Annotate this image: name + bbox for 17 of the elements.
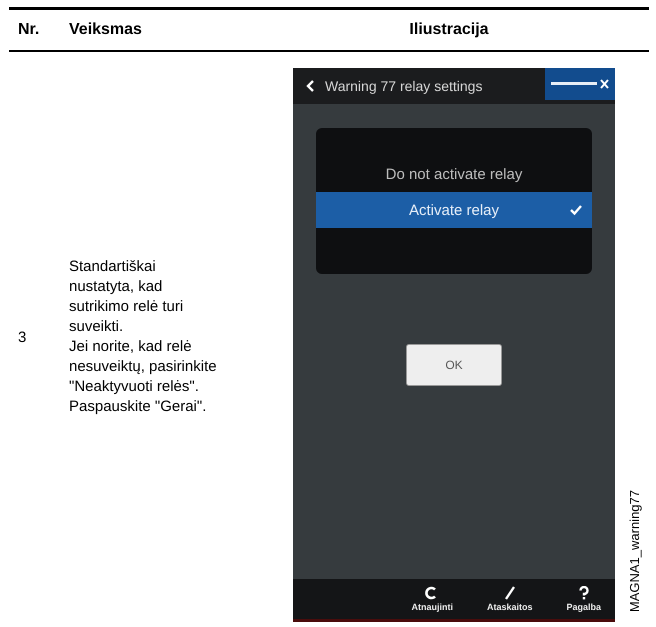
help-icon[interactable] xyxy=(576,586,591,600)
nav-item[interactable]: Pagalba xyxy=(566,602,601,612)
relay-option[interactable]: Do not activate relay xyxy=(316,156,592,192)
nav-item[interactable]: Atnaujinti xyxy=(411,602,453,612)
screen-title: Warning 77 relay settings xyxy=(325,78,484,94)
ok-button[interactable]: OK xyxy=(406,344,502,386)
relay-option[interactable]: Activate relay xyxy=(316,192,592,228)
column-header: Veiksmas xyxy=(69,21,142,38)
step-description: Standartiškai nustatyta, kad sutrikimo relė turi suveikti. Jei norite, kad relė nesuveiktų, pasirinkite "Neaktyvuoti relės". Paspauskite "Gerai". xyxy=(69,257,218,417)
step-number: 3 xyxy=(18,328,26,346)
checkmark-icon xyxy=(570,204,582,216)
nav-item[interactable]: Ataskaitos xyxy=(486,602,532,612)
column-header: Nr. xyxy=(18,21,40,38)
pen-icon[interactable] xyxy=(502,586,517,600)
column-header: Iliustracija xyxy=(409,21,489,38)
figure-caption: MAGNA1_warning77 xyxy=(627,490,642,612)
back-icon[interactable] xyxy=(305,79,315,93)
